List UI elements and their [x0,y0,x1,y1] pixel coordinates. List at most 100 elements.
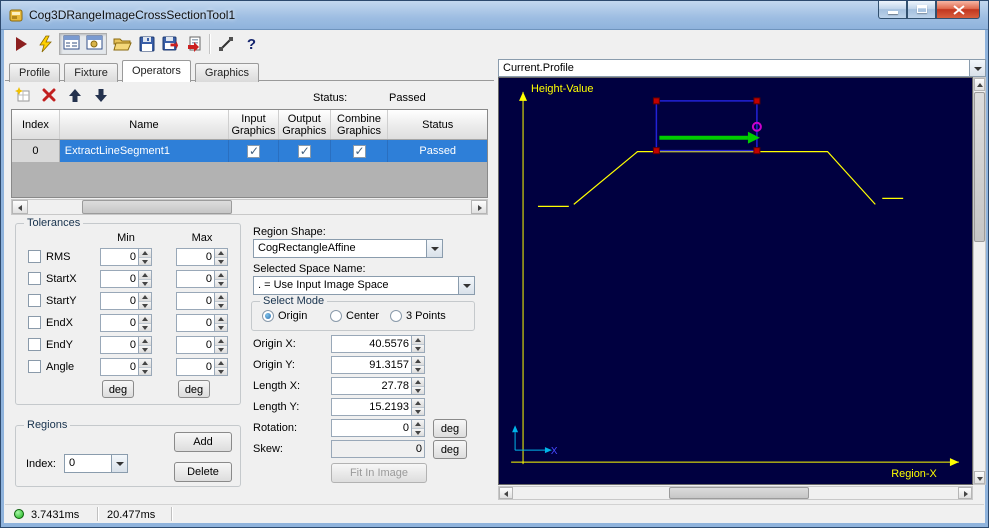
tolerance-endy-max-spinner[interactable]: 0 [176,336,228,354]
column-header-name[interactable]: Name [60,110,230,139]
spinner-arrows[interactable] [214,359,227,375]
move-down-button[interactable] [91,86,111,104]
spinner-arrows[interactable] [411,399,424,415]
hscroll-thumb[interactable] [669,487,809,499]
output-graphics-checkbox[interactable] [297,144,311,158]
column-header-status[interactable]: Status [388,110,487,139]
mode-origin-radio[interactable] [262,310,274,322]
dropdown-arrow-icon[interactable] [426,240,442,257]
selected-space-dropdown[interactable]: . = Use Input Image Space [253,276,475,295]
region-index-dropdown[interactable]: 0 [64,454,128,473]
rotation-deg-button[interactable]: deg [433,419,467,438]
tab-graphics[interactable]: Graphics [194,63,259,82]
scroll-right-button[interactable] [958,487,972,499]
spinner-arrows[interactable] [138,271,151,287]
scroll-up-button[interactable] [974,78,985,91]
spinner-arrows[interactable] [138,315,151,331]
tab-profile[interactable]: Profile [9,63,61,82]
scroll-right-button[interactable] [471,200,487,214]
column-header-input[interactable]: Input Graphics [229,110,279,139]
run-continuous-button[interactable] [33,33,56,55]
tolerance-endy-min-spinner[interactable]: 0 [100,336,152,354]
tolerance-angle-checkbox[interactable] [28,360,41,373]
hscroll-thumb[interactable] [82,200,232,214]
close-button[interactable] [936,1,980,19]
delete-operator-button[interactable] [39,86,59,104]
table-hscrollbar[interactable] [11,199,488,215]
spinner-arrows[interactable] [138,249,151,265]
tolerance-startx-checkbox[interactable] [28,272,41,285]
scroll-left-button[interactable] [12,200,28,214]
tolerance-rms-max-spinner[interactable]: 0 [176,248,228,266]
tolerance-starty-checkbox[interactable] [28,294,41,307]
region-shape-dropdown[interactable]: CogRectangleAffine [253,239,443,258]
spinner-arrows[interactable] [214,293,227,309]
dropdown-arrow-icon[interactable] [111,455,127,472]
tolerance-rms-min-spinner[interactable]: 0 [100,248,152,266]
open-button[interactable] [111,33,134,55]
import-button[interactable] [183,33,206,55]
profile-display-svg[interactable]: Height-Value Region-X X [499,78,972,484]
tolerance-angle-min-spinner[interactable]: 0 [100,358,152,376]
minimize-button[interactable] [878,1,907,19]
profile-display[interactable]: Height-Value Region-X X [498,77,973,485]
scroll-down-button[interactable] [974,471,985,484]
tab-fixture[interactable]: Fixture [64,63,118,82]
add-region-button[interactable]: Add [174,432,232,452]
spinner-arrows[interactable] [411,357,424,373]
spinner-arrows[interactable] [214,315,227,331]
dropdown-arrow-icon[interactable] [458,277,474,294]
save-as-button[interactable] [159,33,182,55]
display-vscrollbar[interactable] [973,77,986,485]
move-up-button[interactable] [65,86,85,104]
maximize-button[interactable] [907,1,936,19]
tolerance-endy-checkbox[interactable] [28,338,41,351]
run-button[interactable] [9,33,32,55]
length-x-spinner[interactable]: 27.78 [331,377,425,395]
spinner-arrows[interactable] [214,271,227,287]
min-deg-button[interactable]: deg [102,380,134,398]
tolerance-endx-max-spinner[interactable]: 0 [176,314,228,332]
mode-3points-radio[interactable] [390,310,402,322]
column-header-combine[interactable]: Combine Graphics [331,110,389,139]
dropdown-arrow-icon[interactable] [969,60,985,76]
control-pane-toggle-button[interactable] [63,35,80,53]
tolerance-starty-min-spinner[interactable]: 0 [100,292,152,310]
tolerance-angle-max-spinner[interactable]: 0 [176,358,228,376]
spinner-arrows[interactable] [214,337,227,353]
skew-deg-button[interactable]: deg [433,440,467,459]
spinner-arrows[interactable] [214,249,227,265]
display-hscrollbar[interactable] [498,486,973,500]
length-y-spinner[interactable]: 15.2193 [331,398,425,416]
tolerance-rms-checkbox[interactable] [28,250,41,263]
titlebar[interactable]: Cog3DRangeImageCrossSectionTool1 [1,1,988,30]
column-header-output[interactable]: Output Graphics [279,110,331,139]
spinner-arrows[interactable] [411,420,424,436]
save-button[interactable] [135,33,158,55]
combine-graphics-checkbox[interactable] [352,144,366,158]
vscroll-thumb[interactable] [974,92,985,242]
spinner-arrows[interactable] [411,336,424,352]
scroll-left-button[interactable] [499,487,513,499]
spinner-arrows[interactable] [138,359,151,375]
add-operator-button[interactable] [13,86,33,104]
max-deg-button[interactable]: deg [178,380,210,398]
help-button[interactable]: ? [240,33,263,55]
delete-region-button[interactable]: Delete [174,462,232,482]
tab-operators[interactable]: Operators [121,60,191,82]
fit-in-image-button[interactable]: Fit In Image [331,463,427,483]
spinner-arrows[interactable] [138,337,151,353]
tolerance-endx-min-spinner[interactable]: 0 [100,314,152,332]
input-graphics-checkbox[interactable] [246,144,260,158]
origin-y-spinner[interactable]: 91.3157 [331,356,425,374]
spinner-arrows[interactable] [411,378,424,394]
rotation-spinner[interactable]: 0 [331,419,425,437]
skew-field[interactable]: 0 [331,440,425,458]
tolerance-starty-max-spinner[interactable]: 0 [176,292,228,310]
profile-selector-dropdown[interactable]: Current.Profile [498,59,986,77]
image-pane-toggle-button[interactable] [86,35,103,53]
probe-button[interactable] [214,33,237,55]
origin-x-spinner[interactable]: 40.5576 [331,335,425,353]
mode-center-radio[interactable] [330,310,342,322]
tolerance-startx-min-spinner[interactable]: 0 [100,270,152,288]
